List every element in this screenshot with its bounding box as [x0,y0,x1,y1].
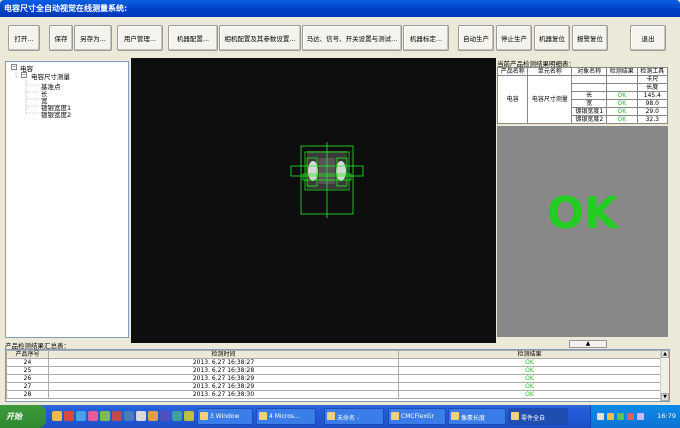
title-bar: 电容尺寸全自动视觉在线测量系统: [0,0,680,17]
tray-icon[interactable] [607,413,614,420]
quicklaunch-icon[interactable] [148,411,158,421]
save-button[interactable]: 保存 [49,25,73,51]
quicklaunch-icon[interactable] [52,411,62,421]
open-button[interactable]: 打开... [8,25,40,51]
quicklaunch-icon[interactable] [112,411,122,421]
scroll-up-arrow-icon[interactable]: ▲ [661,350,669,358]
window-icon [200,412,208,420]
table-row[interactable]: 28 2013. 6.27 16:38:30 OK [6,390,661,399]
product-tree[interactable]: − 电容 − 电容尺寸测量 基准点 长 宽 镀银宽度1 镀银宽度2 [5,61,129,338]
motor-signal-test-button[interactable]: 马达、信号、开关设置与测试... [302,25,402,51]
header-summary-result: 检测结果 [398,350,661,359]
tree-node-measurement[interactable]: 电容尺寸测量 [31,71,70,81]
quicklaunch-icon[interactable] [184,411,194,421]
quicklaunch-icon[interactable] [88,411,98,421]
tray-icon[interactable] [627,413,634,420]
stop-production-button[interactable]: 停止生产 [496,25,532,51]
toolbar: 打开... 保存 另存为... 用户管理... 机器配置... 相机配置及其参数… [0,17,680,59]
tree-collapse-icon[interactable]: − [11,64,17,70]
system-tray: 16:79 [590,405,680,428]
save-as-button[interactable]: 另存为... [74,25,112,51]
quicklaunch-icon[interactable] [160,411,170,421]
result-detail-table: 产品名称 单元名称 对象名称 检测结果 检测工具 电容 电容尺寸测量 卡尺 长度… [496,67,669,124]
clock[interactable]: 16:79 [657,412,676,420]
tool-caliper-cell: 卡尺 [636,75,669,84]
camera-config-button[interactable]: 相机配置及其参数设置... [219,25,301,51]
quicklaunch-icon[interactable] [64,411,74,421]
product-name-cell: 电容 [496,75,529,124]
header-object-name: 对象名称 [571,67,608,76]
task-button[interactable]: 3 Window [197,408,253,425]
task-button[interactable]: 4 Micros... [256,408,316,425]
quicklaunch-icon[interactable] [124,411,134,421]
summary-table-container[interactable]: 产品序号 检测时间 检测结果 24 2013. 6.27 16:38:27 OK… [5,349,670,402]
scroll-down-arrow-icon[interactable]: ▼ [661,393,669,401]
user-management-button[interactable]: 用户管理... [117,25,163,51]
tree-leaf-plating-width-2[interactable]: 镀银宽度2 [41,109,71,119]
task-button[interactable]: 未命名 - [324,408,384,425]
header-product-name: 产品名称 [496,67,529,76]
header-time: 检测时间 [48,350,399,359]
big-ok-status: OK [546,188,619,239]
quicklaunch-icon[interactable] [76,411,86,421]
camera-background [131,58,496,343]
unit-name-cell: 电容尺寸测量 [527,75,573,124]
machine-calibration-button[interactable]: 机器标定... [403,25,449,51]
table-row[interactable]: 27 2013. 6.27 16:38:29 OK [6,382,661,391]
window-icon [391,412,399,420]
auto-production-button[interactable]: 自动生产 [458,25,494,51]
summary-table: 产品序号 检测时间 检测结果 24 2013. 6.27 16:38:27 OK… [6,350,661,399]
table-row[interactable]: 26 2013. 6.27 16:38:29 OK [6,374,661,383]
status-display: OK [497,126,668,337]
tray-icon[interactable] [637,413,644,420]
alarm-reset-button[interactable]: 报警复位 [572,25,608,51]
window-icon [451,412,459,420]
quicklaunch-icon[interactable] [172,411,182,421]
task-button[interactable]: 像素长度 [448,408,506,425]
machine-reset-button[interactable]: 机器复位 [534,25,570,51]
expand-up-button[interactable]: ▲ [569,340,607,348]
app-window: 电容尺寸全自动视觉在线测量系统: 打开... 保存 另存为... 用户管理...… [0,0,680,428]
task-button[interactable]: CMCFlexGr [388,408,446,425]
machine-config-button[interactable]: 机器配置... [168,25,218,51]
quicklaunch-icon[interactable] [100,411,110,421]
window-icon [259,412,267,420]
task-button-active[interactable]: 零件全自 [508,408,568,425]
tray-icon[interactable] [597,413,604,420]
header-tool: 检测工具 [636,67,669,76]
tree-collapse-icon[interactable]: − [21,72,27,78]
header-unit-name: 单元名称 [527,67,573,76]
exit-button[interactable]: 退出 [630,25,666,51]
taskbar: 开始 3 Window 4 Micros... 未命名 - CMCFlexGr … [0,405,680,428]
tray-icon[interactable] [617,413,624,420]
start-button[interactable]: 开始 [0,405,46,428]
result-panel: 当前产品检测结果明细表： 产品名称 单元名称 对象名称 检测结果 检测工具 电容… [496,58,670,348]
quicklaunch-icon[interactable] [136,411,146,421]
tool-length-cell: 长度 [636,83,669,92]
header-result: 检测结果 [606,67,638,76]
window-icon [327,412,335,420]
header-serial: 产品序号 [6,350,49,359]
camera-view[interactable] [131,58,496,343]
summary-scrollbar[interactable]: ▲ ▼ [660,350,669,401]
camera-overlay [131,58,496,343]
table-row[interactable]: 25 2013. 6.27 16:38:28 OK [6,366,661,375]
window-icon [511,412,519,420]
table-row[interactable]: 24 2013. 6.27 16:38:27 OK [6,358,661,367]
